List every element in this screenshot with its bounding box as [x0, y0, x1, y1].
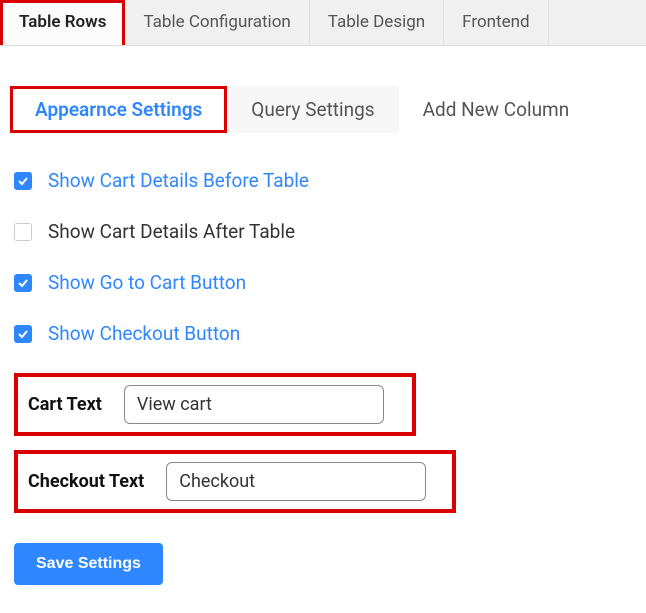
subtab-query-settings[interactable]: Query Settings [227, 86, 398, 133]
checkbox-show-checkout[interactable] [14, 325, 32, 343]
checkout-text-label: Checkout Text [28, 471, 144, 492]
label-show-go-to-cart[interactable]: Show Go to Cart Button [48, 271, 246, 294]
sub-tabs: Appearnce Settings Query Settings Add Ne… [10, 86, 646, 133]
option-show-go-to-cart: Show Go to Cart Button [14, 271, 632, 294]
cart-text-input[interactable] [124, 385, 384, 424]
tab-table-rows[interactable]: Table Rows [0, 0, 125, 45]
option-show-cart-before: Show Cart Details Before Table [14, 169, 632, 192]
label-show-checkout[interactable]: Show Checkout Button [48, 322, 240, 345]
label-show-cart-before[interactable]: Show Cart Details Before Table [48, 169, 309, 192]
tab-table-configuration[interactable]: Table Configuration [125, 0, 309, 45]
save-settings-button[interactable]: Save Settings [14, 543, 163, 585]
subtab-add-new-column[interactable]: Add New Column [399, 86, 594, 133]
top-tabs: Table Rows Table Configuration Table Des… [0, 0, 646, 46]
option-show-cart-after: Show Cart Details After Table [14, 220, 632, 243]
subtab-appearance-settings[interactable]: Appearnce Settings [10, 86, 227, 133]
checkbox-show-cart-before[interactable] [14, 172, 32, 190]
option-show-checkout: Show Checkout Button [14, 322, 632, 345]
settings-content: Show Cart Details Before Table Show Cart… [0, 133, 646, 605]
tab-frontend[interactable]: Frontend [444, 0, 548, 45]
checkbox-show-cart-after[interactable] [14, 223, 32, 241]
tab-table-design[interactable]: Table Design [310, 0, 444, 45]
label-show-cart-after[interactable]: Show Cart Details After Table [48, 220, 295, 243]
field-checkout-text: Checkout Text [14, 450, 456, 513]
checkbox-show-go-to-cart[interactable] [14, 274, 32, 292]
cart-text-label: Cart Text [28, 394, 102, 415]
field-cart-text: Cart Text [14, 373, 416, 436]
checkout-text-input[interactable] [166, 462, 426, 501]
